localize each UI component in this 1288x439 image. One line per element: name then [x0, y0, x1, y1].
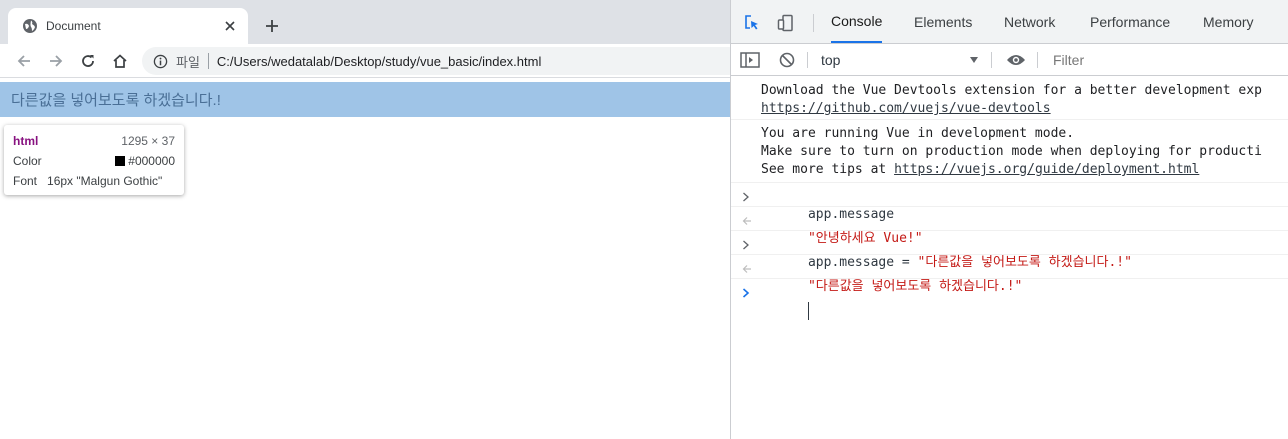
clear-console-button[interactable]	[776, 50, 798, 70]
return-arrow-icon	[742, 260, 752, 278]
tab-memory[interactable]: Memory	[1203, 0, 1254, 43]
plus-icon	[266, 20, 278, 32]
clear-icon	[779, 52, 795, 68]
omnibox-separator	[207, 53, 209, 69]
live-expression-button[interactable]	[1005, 50, 1027, 70]
tab-elements[interactable]: Elements	[914, 0, 972, 43]
info-icon[interactable]	[152, 53, 168, 69]
forward-button[interactable]	[44, 49, 68, 73]
vue-deployment-link[interactable]: https://vuejs.org/guide/deployment.html	[894, 162, 1199, 177]
message-text: Make sure to turn on production mode whe…	[761, 144, 1262, 159]
forward-arrow-icon	[50, 55, 63, 67]
reload-button[interactable]	[76, 49, 100, 73]
globe-icon	[22, 18, 38, 34]
tabbar-divider	[813, 14, 814, 32]
url-text: C:/Users/wedatalab/Desktop/study/vue_bas…	[216, 53, 542, 69]
color-swatch	[115, 156, 126, 166]
console-input-entry: app.message	[731, 183, 1288, 222]
tooltip-color-value: #000000	[128, 154, 175, 168]
tooltip-color-label: Color	[13, 154, 42, 168]
message-text: Download the Vue Devtools extension for …	[761, 83, 1262, 98]
browser-tab[interactable]: Document	[8, 8, 248, 44]
console-prompt-line[interactable]	[731, 279, 1288, 320]
new-tab-button[interactable]	[260, 14, 284, 38]
inspect-icon	[745, 15, 758, 30]
tooltip-tag: html	[13, 134, 39, 148]
close-icon[interactable]	[222, 18, 238, 34]
filter-input[interactable]	[1045, 48, 1288, 72]
chevron-right-icon	[742, 188, 752, 206]
tooltip-font-label: Font	[13, 174, 38, 188]
console-message-vue-devtools: Download the Vue Devtools extension for …	[731, 77, 1288, 120]
tab-strip: Document	[0, 0, 730, 44]
console-input-entry: app.message = "다른값을 넣어보도록 하겠습니다.!"	[731, 231, 1288, 270]
console-result-entry: "안녕하세요 Vue!"	[731, 207, 1288, 246]
tooltip-font-value: 16px "Malgun Gothic"	[47, 174, 163, 188]
device-toolbar-button[interactable]	[775, 12, 797, 34]
browser-toolbar: 파일 C:/Users/wedatalab/Desktop/study/vue_…	[0, 44, 730, 78]
context-value: top	[821, 52, 841, 68]
dropdown-triangle-icon	[970, 57, 978, 63]
tooltip-color-value-wrap: #000000	[115, 154, 175, 168]
tab-performance[interactable]: Performance	[1090, 0, 1170, 43]
console-output: Download the Vue Devtools extension for …	[731, 77, 1288, 439]
tab-network[interactable]: Network	[1004, 0, 1055, 43]
browser-window: Document 파일 C:/Users/wedatalab/Desktop/s…	[0, 0, 730, 439]
devtools-panel: Console Elements Network Performance Mem…	[730, 0, 1288, 439]
context-selector[interactable]: top	[817, 50, 983, 70]
toolbar-separator	[991, 52, 992, 68]
toolbar-separator	[1037, 52, 1038, 68]
home-button[interactable]	[108, 49, 132, 73]
chevron-right-icon	[742, 236, 752, 254]
devtools-tabbar: Console Elements Network Performance Mem…	[731, 0, 1288, 44]
message-text: See more tips at	[761, 162, 895, 177]
inspected-element-highlight: 다른값을 넣어보도록 하겠습니다.!	[0, 82, 730, 117]
sidebar-toggle-button[interactable]	[739, 50, 761, 70]
tab-console[interactable]: Console	[831, 0, 883, 43]
reload-icon	[82, 55, 94, 67]
page-viewport: 다른값을 넣어보도록 하겠습니다.! html 1295 × 37 Color …	[0, 79, 730, 439]
inspect-tooltip: html 1295 × 37 Color #000000 Font 16px "…	[4, 125, 184, 195]
tab-title: Document	[46, 19, 101, 33]
address-bar[interactable]: 파일 C:/Users/wedatalab/Desktop/study/vue_…	[142, 47, 730, 75]
inspect-element-button[interactable]	[741, 12, 763, 34]
return-arrow-icon	[742, 212, 752, 230]
scheme-label: 파일	[176, 54, 200, 70]
console-toolbar: top	[731, 44, 1288, 76]
chevron-right-icon	[742, 284, 752, 302]
message-text: You are running Vue in development mode.	[761, 126, 1075, 141]
console-result-entry: "다른값을 넣어보도록 하겠습니다.!"	[731, 255, 1288, 294]
vue-devtools-link[interactable]: https://github.com/vuejs/vue-devtools	[761, 101, 1051, 116]
console-message-dev-mode: You are running Vue in development mode.…	[731, 120, 1288, 183]
eye-icon	[1007, 55, 1025, 65]
home-icon	[113, 54, 127, 68]
text-caret	[807, 302, 809, 320]
back-arrow-icon	[17, 55, 30, 67]
toolbar-separator	[807, 52, 808, 68]
sidebar-toggle-icon	[740, 52, 760, 68]
device-icon	[777, 14, 793, 32]
page-heading: 다른값을 넣어보도록 하겠습니다.!	[11, 92, 221, 109]
tooltip-dimensions: 1295 × 37	[121, 134, 175, 148]
back-button[interactable]	[12, 49, 36, 73]
